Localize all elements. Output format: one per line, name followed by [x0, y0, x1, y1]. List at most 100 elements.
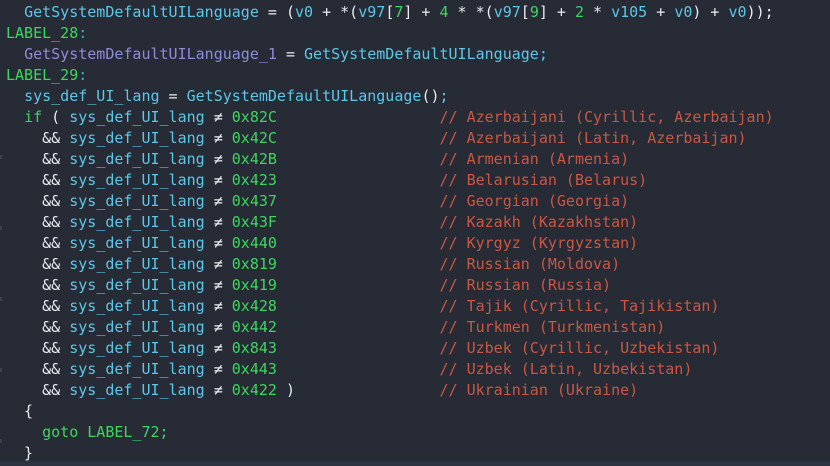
code-token: 0x419 — [232, 276, 277, 294]
code-line[interactable]: && sys_def_UI_lang ≠ 0x423 // Belarusian… — [6, 170, 830, 191]
code-line[interactable]: goto LABEL_72; — [6, 422, 830, 443]
code-line[interactable]: && sys_def_UI_lang ≠ 0x440 // Kyrgyz (Ky… — [6, 233, 830, 254]
code-line[interactable]: && sys_def_UI_lang ≠ 0x428 // Tajik (Cyr… — [6, 296, 830, 317]
code-comment: // Belarusian (Belarus) — [440, 171, 648, 189]
code-line[interactable]: && sys_def_UI_lang ≠ 0x819 // Russian (M… — [6, 254, 830, 275]
code-token: goto — [42, 423, 78, 441]
code-line[interactable]: { — [6, 401, 830, 422]
code-token: 9 — [530, 3, 539, 21]
code-token: ≠ — [205, 108, 232, 126]
code-comment: // Georgian (Georgia) — [440, 192, 630, 210]
code-token: && — [6, 381, 69, 399]
code-token: + *( — [313, 3, 358, 21]
code-comment: // Azerbaijani (Cyrillic, Azerbaijan) — [440, 108, 774, 126]
code-token: + — [647, 3, 674, 21]
code-line[interactable]: sys_def_UI_lang = GetSystemDefaultUILang… — [6, 86, 830, 107]
code-token: ] + — [539, 3, 575, 21]
code-line[interactable]: && sys_def_UI_lang ≠ 0x42B // Armenian (… — [6, 149, 830, 170]
code-token — [78, 423, 87, 441]
code-token: ; — [440, 87, 449, 105]
code-token: 0x437 — [232, 192, 277, 210]
gutter-mark — [0, 155, 2, 159]
code-token: GetSystemDefaultUILanguage; — [304, 45, 548, 63]
code-token: { — [6, 402, 33, 420]
gutter-mark — [0, 439, 2, 443]
code-token: ≠ — [205, 171, 232, 189]
code-token: ≠ — [205, 276, 232, 294]
comment-padding — [277, 171, 440, 189]
code-comment: // Turkmen (Turkmenistan) — [440, 318, 666, 336]
comment-padding — [277, 297, 440, 315]
code-token — [6, 3, 24, 21]
code-token: && — [6, 276, 69, 294]
code-token: && — [6, 192, 69, 210]
code-token: GetSystemDefaultUILanguage_1 — [24, 45, 277, 63]
code-line[interactable]: && sys_def_UI_lang ≠ 0x443 // Uzbek (Lat… — [6, 359, 830, 380]
code-line[interactable]: && sys_def_UI_lang ≠ 0x422 ) // Ukrainia… — [6, 380, 830, 401]
code-line[interactable]: if ( sys_def_UI_lang ≠ 0x82C // Azerbaij… — [6, 107, 830, 128]
code-token: [ — [521, 3, 530, 21]
code-token: && — [6, 129, 69, 147]
code-token: 0x422 — [232, 381, 277, 399]
code-comment: // Ukrainian (Ukraine) — [440, 381, 639, 399]
code-token: = — [277, 45, 304, 63]
code-line[interactable]: && sys_def_UI_lang ≠ 0x442 // Turkmen (T… — [6, 317, 830, 338]
code-token: 0x82C — [232, 108, 277, 126]
code-token: ≠ — [205, 297, 232, 315]
pseudocode-view[interactable]: GetSystemDefaultUILanguage = (v0 + *(v97… — [0, 2, 830, 464]
code-token: 0x428 — [232, 297, 277, 315]
code-token: && — [6, 339, 69, 357]
code-token: ] + — [403, 3, 439, 21]
code-token: () — [421, 87, 439, 105]
comment-padding — [277, 234, 440, 252]
code-token: = — [160, 87, 187, 105]
code-token: v0 — [674, 3, 692, 21]
code-comment: // Russian (Russia) — [440, 276, 612, 294]
code-token: && — [6, 360, 69, 378]
code-token: LABEL_29 — [6, 66, 78, 84]
code-token: sys_def_UI_lang — [69, 276, 204, 294]
code-line[interactable]: && sys_def_UI_lang ≠ 0x419 // Russian (R… — [6, 275, 830, 296]
code-token: v0 — [295, 3, 313, 21]
code-token: ≠ — [205, 129, 232, 147]
code-token: 0x843 — [232, 339, 277, 357]
code-line[interactable]: GetSystemDefaultUILanguage = (v0 + *(v97… — [6, 2, 830, 23]
code-token: sys_def_UI_lang — [69, 150, 204, 168]
code-token: 0x423 — [232, 171, 277, 189]
code-token: ≠ — [205, 213, 232, 231]
partial-next-line-strip — [0, 461, 830, 466]
comment-padding — [277, 213, 440, 231]
code-token: && — [6, 234, 69, 252]
code-line[interactable]: LABEL_28: — [6, 23, 830, 44]
code-comment: // Russian (Moldova) — [440, 255, 621, 273]
code-token: sys_def_UI_lang — [69, 129, 204, 147]
code-line[interactable]: GetSystemDefaultUILanguage_1 = GetSystem… — [6, 44, 830, 65]
code-token: LABEL_72; — [87, 423, 168, 441]
code-token: && — [6, 171, 69, 189]
code-token: && — [6, 297, 69, 315]
code-line[interactable]: LABEL_29: — [6, 65, 830, 86]
code-token: if — [24, 108, 42, 126]
code-token: ≠ — [205, 150, 232, 168]
code-token: ≠ — [205, 234, 232, 252]
code-token: sys_def_UI_lang — [69, 360, 204, 378]
comment-padding — [277, 192, 440, 210]
code-line[interactable]: && sys_def_UI_lang ≠ 0x843 // Uzbek (Cyr… — [6, 338, 830, 359]
code-token: sys_def_UI_lang — [69, 339, 204, 357]
code-line[interactable]: && sys_def_UI_lang ≠ 0x43F // Kazakh (Ka… — [6, 212, 830, 233]
code-token: = ( — [259, 3, 295, 21]
gutter-mark — [0, 368, 2, 372]
code-line[interactable]: && sys_def_UI_lang ≠ 0x42C // Azerbaijan… — [6, 128, 830, 149]
code-token: ) — [277, 381, 295, 399]
comment-padding — [277, 150, 440, 168]
code-line[interactable]: && sys_def_UI_lang ≠ 0x437 // Georgian (… — [6, 191, 830, 212]
code-comment: // Azerbaijani (Latin, Azerbaijan) — [440, 129, 747, 147]
code-token: } — [6, 444, 33, 462]
code-token: && — [6, 150, 69, 168]
code-token: * *( — [449, 3, 494, 21]
code-token: v97 — [494, 3, 521, 21]
code-token: LABEL_28 — [6, 24, 78, 42]
code-token — [6, 423, 42, 441]
code-token: v0 — [729, 3, 747, 21]
code-token: )); — [747, 3, 774, 21]
